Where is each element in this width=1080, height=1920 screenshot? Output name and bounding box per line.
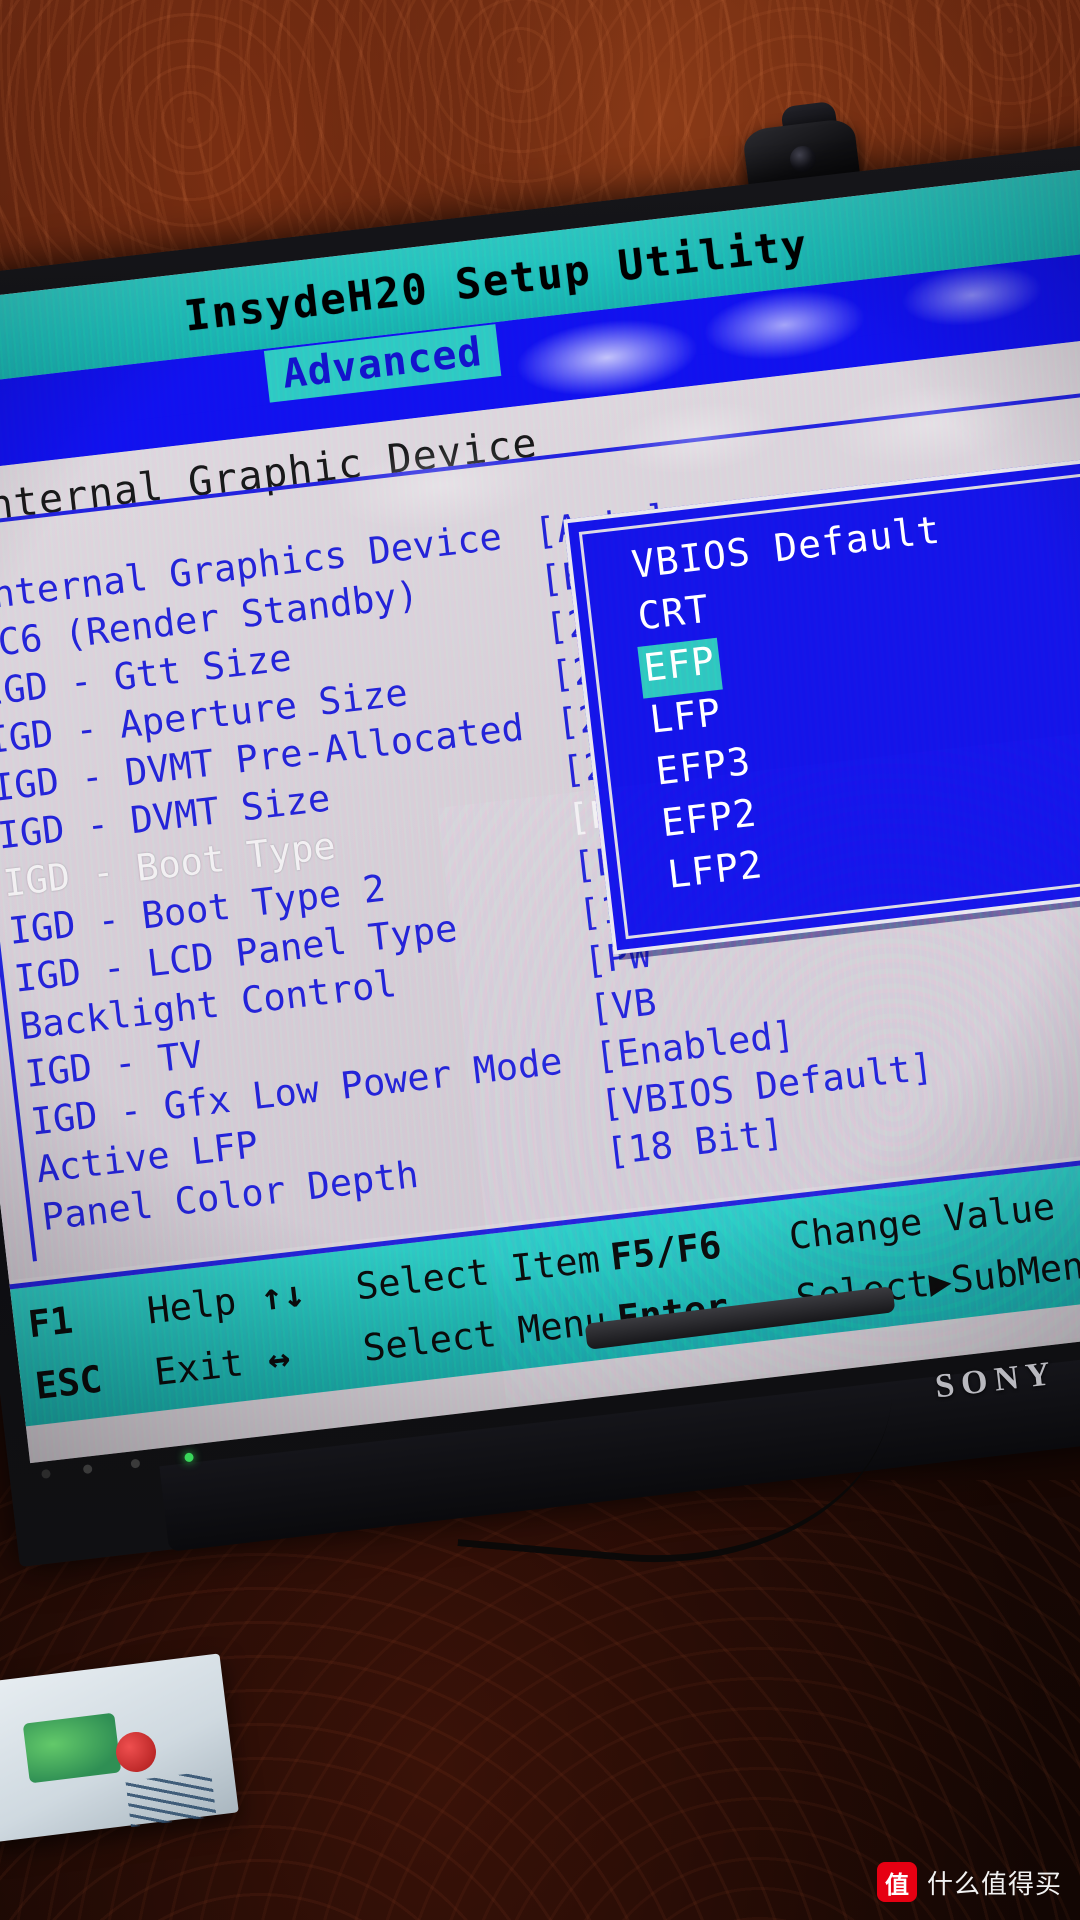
led-indicator	[41, 1468, 51, 1479]
watermark-badge-icon: 值	[876, 1862, 917, 1902]
photo-scene: BRAVIA InsydeH20 Setup Utility Advanced …	[0, 0, 1080, 1920]
watermark: 值 什么值得买	[876, 1862, 1062, 1902]
help-key: ESC	[32, 1357, 105, 1408]
dropdown-option-label[interactable]: LFP2	[661, 842, 770, 906]
cable	[457, 1240, 903, 1583]
dropdown-option-label[interactable]: LFP	[643, 689, 728, 750]
setting-value[interactable]: [VB	[587, 980, 658, 1030]
help-text: Exit	[152, 1340, 246, 1394]
sticker-striped	[125, 1770, 217, 1828]
watermark-text: 什么值得买	[926, 1868, 1062, 1899]
dropdown-option-list: VBIOS Default CRT EFP LFP EFP3 EFP2 LFP2	[578, 467, 1080, 940]
help-column: F1 Help ESC Exit	[25, 1270, 247, 1417]
led-power-green	[184, 1452, 195, 1463]
dropdown-option-selected[interactable]: EFP	[637, 637, 723, 699]
help-key: ↔	[265, 1335, 293, 1381]
dropdown-option-label[interactable]: CRT	[631, 586, 716, 647]
led-indicator	[130, 1458, 141, 1469]
boot-type-dropdown-popup[interactable]: VBIOS Default CRT EFP LFP EFP3 EFP2 LFP2	[563, 452, 1080, 955]
help-key: ↑↓	[258, 1271, 308, 1319]
sticker-green	[22, 1712, 122, 1784]
help-key: F1	[25, 1297, 75, 1346]
desk-objects	[0, 1628, 300, 1920]
led-indicator	[82, 1464, 93, 1475]
help-text: Help	[144, 1279, 239, 1333]
